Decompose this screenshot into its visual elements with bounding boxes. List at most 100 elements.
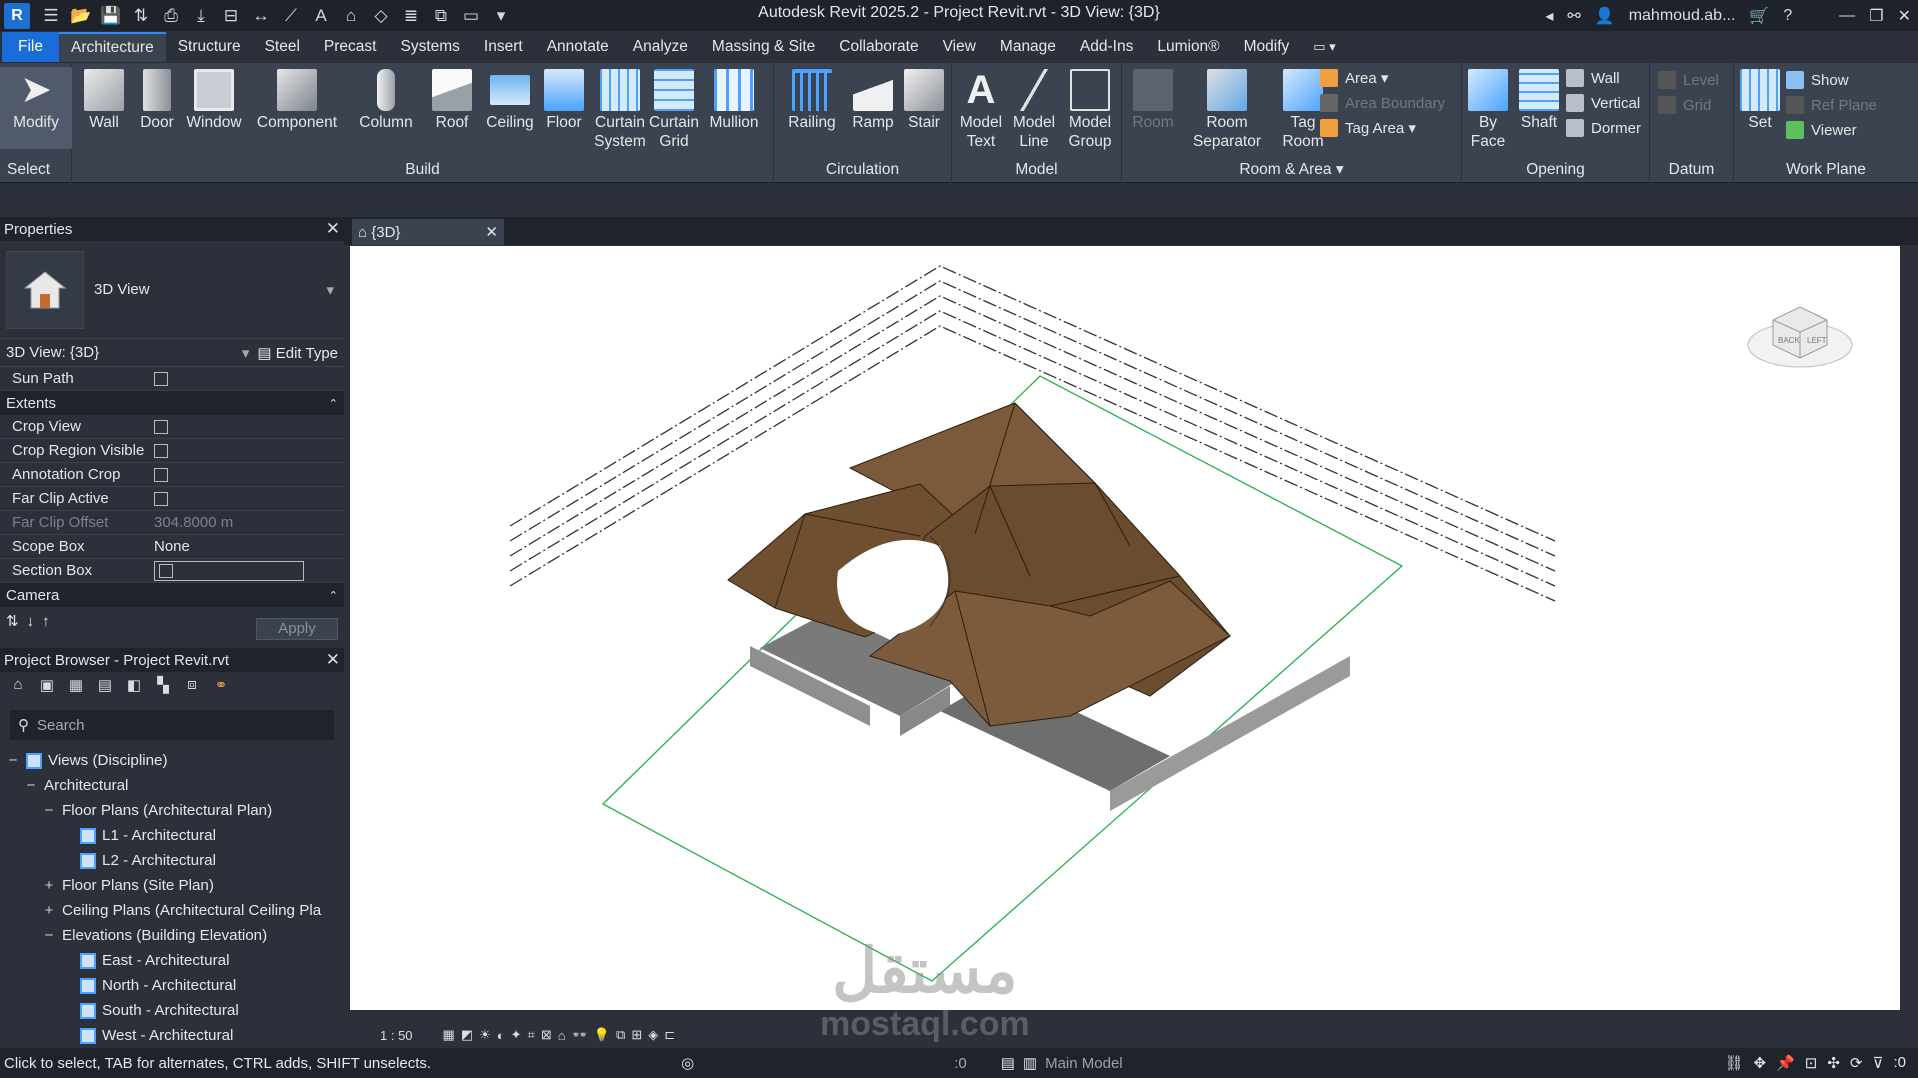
tree-group-item[interactable]: − Views (Discipline) xyxy=(0,748,344,773)
properties-close-icon[interactable]: ✕ xyxy=(326,219,340,239)
sync-icon[interactable]: ⇅ xyxy=(128,5,154,27)
room-area-group-title[interactable]: Room & Area ▾ xyxy=(1122,160,1461,179)
vertical-opening-button[interactable]: Vertical xyxy=(1566,94,1640,112)
groups-icon[interactable]: ▚ xyxy=(151,676,175,698)
measure-icon[interactable]: ⊟ xyxy=(218,5,244,27)
cart-icon[interactable]: 🛒 xyxy=(1749,6,1769,26)
tree-group-item[interactable]: + Floor Plans (Site Plan) xyxy=(0,873,344,898)
tree-toggle-icon[interactable]: + xyxy=(42,877,56,894)
tree-toggle-icon[interactable]: + xyxy=(42,902,56,919)
tree-view-item[interactable]: West - Architectural xyxy=(0,1023,344,1048)
tag-icon[interactable]: ⟋ xyxy=(278,5,304,27)
mullion-button[interactable]: Mullion xyxy=(704,67,764,132)
section-icon[interactable]: ◇ xyxy=(368,5,394,27)
links-icon[interactable]: ⧈ xyxy=(180,676,204,698)
visual-style-icon[interactable]: ◩ xyxy=(461,1027,473,1043)
tab-3d-view[interactable]: ⌂ {3D} ✕ xyxy=(352,219,504,245)
worksharing-icon[interactable]: ⧉ xyxy=(616,1027,625,1043)
tree-group-item[interactable]: + Ceiling Plans (Architectural Ceiling Pl… xyxy=(0,898,344,923)
open-icon[interactable]: 📂 xyxy=(68,5,94,27)
roof-button[interactable]: Roof xyxy=(428,67,476,132)
select-by-face-icon[interactable]: ⊡ xyxy=(1805,1054,1818,1072)
user-name[interactable]: mahmoud.ab... xyxy=(1629,7,1736,25)
minimize-button[interactable]: — xyxy=(1839,7,1855,25)
tree-toggle-icon[interactable]: − xyxy=(42,802,56,819)
tab-steel[interactable]: Steel xyxy=(253,32,312,62)
type-selector[interactable]: 3D View ▾ xyxy=(0,241,344,339)
views-icon[interactable]: ⌂ xyxy=(6,676,30,698)
close-button[interactable]: ✕ xyxy=(1898,6,1911,26)
save-icon[interactable]: 💾 xyxy=(98,5,124,27)
viewer-button[interactable]: Viewer xyxy=(1786,121,1857,139)
dimension-icon[interactable]: ↔ xyxy=(248,5,274,27)
filter-icon[interactable]: ⊽ xyxy=(1873,1054,1884,1072)
tab-view[interactable]: View xyxy=(931,32,988,62)
restore-button[interactable]: ❐ xyxy=(1869,6,1883,26)
level-button[interactable]: Level xyxy=(1658,71,1719,89)
railing-button[interactable]: Railing xyxy=(778,67,846,132)
select-group-title[interactable]: Select xyxy=(0,161,71,179)
tree-toggle-icon[interactable]: − xyxy=(42,927,56,944)
ramp-button[interactable]: Ramp xyxy=(848,67,898,132)
area-boundary-button[interactable]: Area Boundary xyxy=(1320,94,1445,112)
tree-view-item[interactable]: East - Architectural xyxy=(0,948,344,973)
window-button[interactable]: Window xyxy=(182,67,246,132)
worksets-icon[interactable]: ◎ xyxy=(681,1054,694,1072)
binoculars-icon[interactable]: ⚯ xyxy=(1567,6,1580,26)
tree-view-item[interactable]: L1 - Architectural xyxy=(0,823,344,848)
tab-structure[interactable]: Structure xyxy=(166,32,253,62)
cube-back-face[interactable]: BACK xyxy=(1778,336,1800,345)
shaft-button[interactable]: Shaft xyxy=(1514,67,1564,132)
crop-icon[interactable]: ⌗ xyxy=(528,1027,535,1043)
tab-file[interactable]: File xyxy=(2,32,59,62)
model-text-button[interactable]: A Model Text xyxy=(956,67,1006,151)
scope-box-value[interactable]: None xyxy=(154,538,344,555)
sun-icon[interactable]: ☀ xyxy=(479,1027,491,1043)
wall-opening-button[interactable]: Wall xyxy=(1566,69,1620,87)
stair-button[interactable]: Stair xyxy=(900,67,948,132)
tab-annotate[interactable]: Annotate xyxy=(535,32,621,62)
tab-analyze[interactable]: Analyze xyxy=(621,32,700,62)
tree-group-item[interactable]: − Floor Plans (Architectural Plan) xyxy=(0,798,344,823)
tree-group-item[interactable]: − Elevations (Building Elevation) xyxy=(0,923,344,948)
far-clip-active-checkbox[interactable] xyxy=(154,491,168,506)
reveal-hidden-icon[interactable]: 💡 xyxy=(594,1027,610,1043)
lock-view-icon[interactable]: ⌂ xyxy=(558,1028,566,1043)
new-icon[interactable]: ☰ xyxy=(38,5,64,27)
3d-viewport[interactable] xyxy=(350,246,1900,1024)
customize-icon[interactable]: ▾ xyxy=(488,5,514,27)
tree-toggle-icon[interactable]: − xyxy=(24,777,38,794)
tab-precast[interactable]: Precast xyxy=(312,32,389,62)
curtain-grid-button[interactable]: Curtain Grid xyxy=(648,67,700,151)
section-box-checkbox[interactable] xyxy=(159,563,173,578)
home-3d-icon[interactable]: ⌂ xyxy=(338,5,364,27)
wall-button[interactable]: Wall xyxy=(80,67,128,132)
table-icon[interactable]: ▤ xyxy=(93,676,117,698)
extents-section[interactable]: Extents ⌃ xyxy=(0,391,344,415)
crop-view-checkbox[interactable] xyxy=(154,419,168,434)
type-dropdown-icon[interactable]: ▾ xyxy=(326,281,334,299)
tab-close-icon[interactable]: ✕ xyxy=(485,223,498,241)
temporary-hide-icon[interactable]: 👓 xyxy=(572,1027,588,1043)
text-icon[interactable]: A xyxy=(308,5,334,27)
highlight-icon[interactable]: ◈ xyxy=(648,1027,658,1043)
drag-elements-icon[interactable]: ✣ xyxy=(1827,1054,1840,1072)
tab-manage[interactable]: Manage xyxy=(988,32,1068,62)
sun-path-checkbox[interactable] xyxy=(154,371,168,386)
user-icon[interactable]: 👤 xyxy=(1595,6,1615,26)
revit-links-icon[interactable]: ⚭ xyxy=(209,676,233,698)
scale-value[interactable]: 1 : 50 xyxy=(380,1028,413,1043)
crop-region-visible-checkbox[interactable] xyxy=(154,443,168,458)
room-button[interactable]: Room xyxy=(1128,67,1178,132)
ref-plane-button[interactable]: Ref Plane xyxy=(1786,96,1877,114)
cube-left-face[interactable]: LEFT xyxy=(1807,336,1827,345)
area-button[interactable]: Area ▾ xyxy=(1320,69,1388,87)
tab-insert[interactable]: Insert xyxy=(472,32,535,62)
shadows-icon[interactable]: ◐ xyxy=(497,1028,505,1043)
dormer-button[interactable]: Dormer xyxy=(1566,119,1641,137)
tab-add-ins[interactable]: Add-Ins xyxy=(1068,32,1145,62)
select-underlay-icon[interactable]: ✥ xyxy=(1754,1054,1767,1072)
detail-level-icon[interactable]: ▦ xyxy=(443,1027,455,1043)
families-icon[interactable]: ◧ xyxy=(122,676,146,698)
model-group-button[interactable]: Model Group xyxy=(1062,67,1118,151)
